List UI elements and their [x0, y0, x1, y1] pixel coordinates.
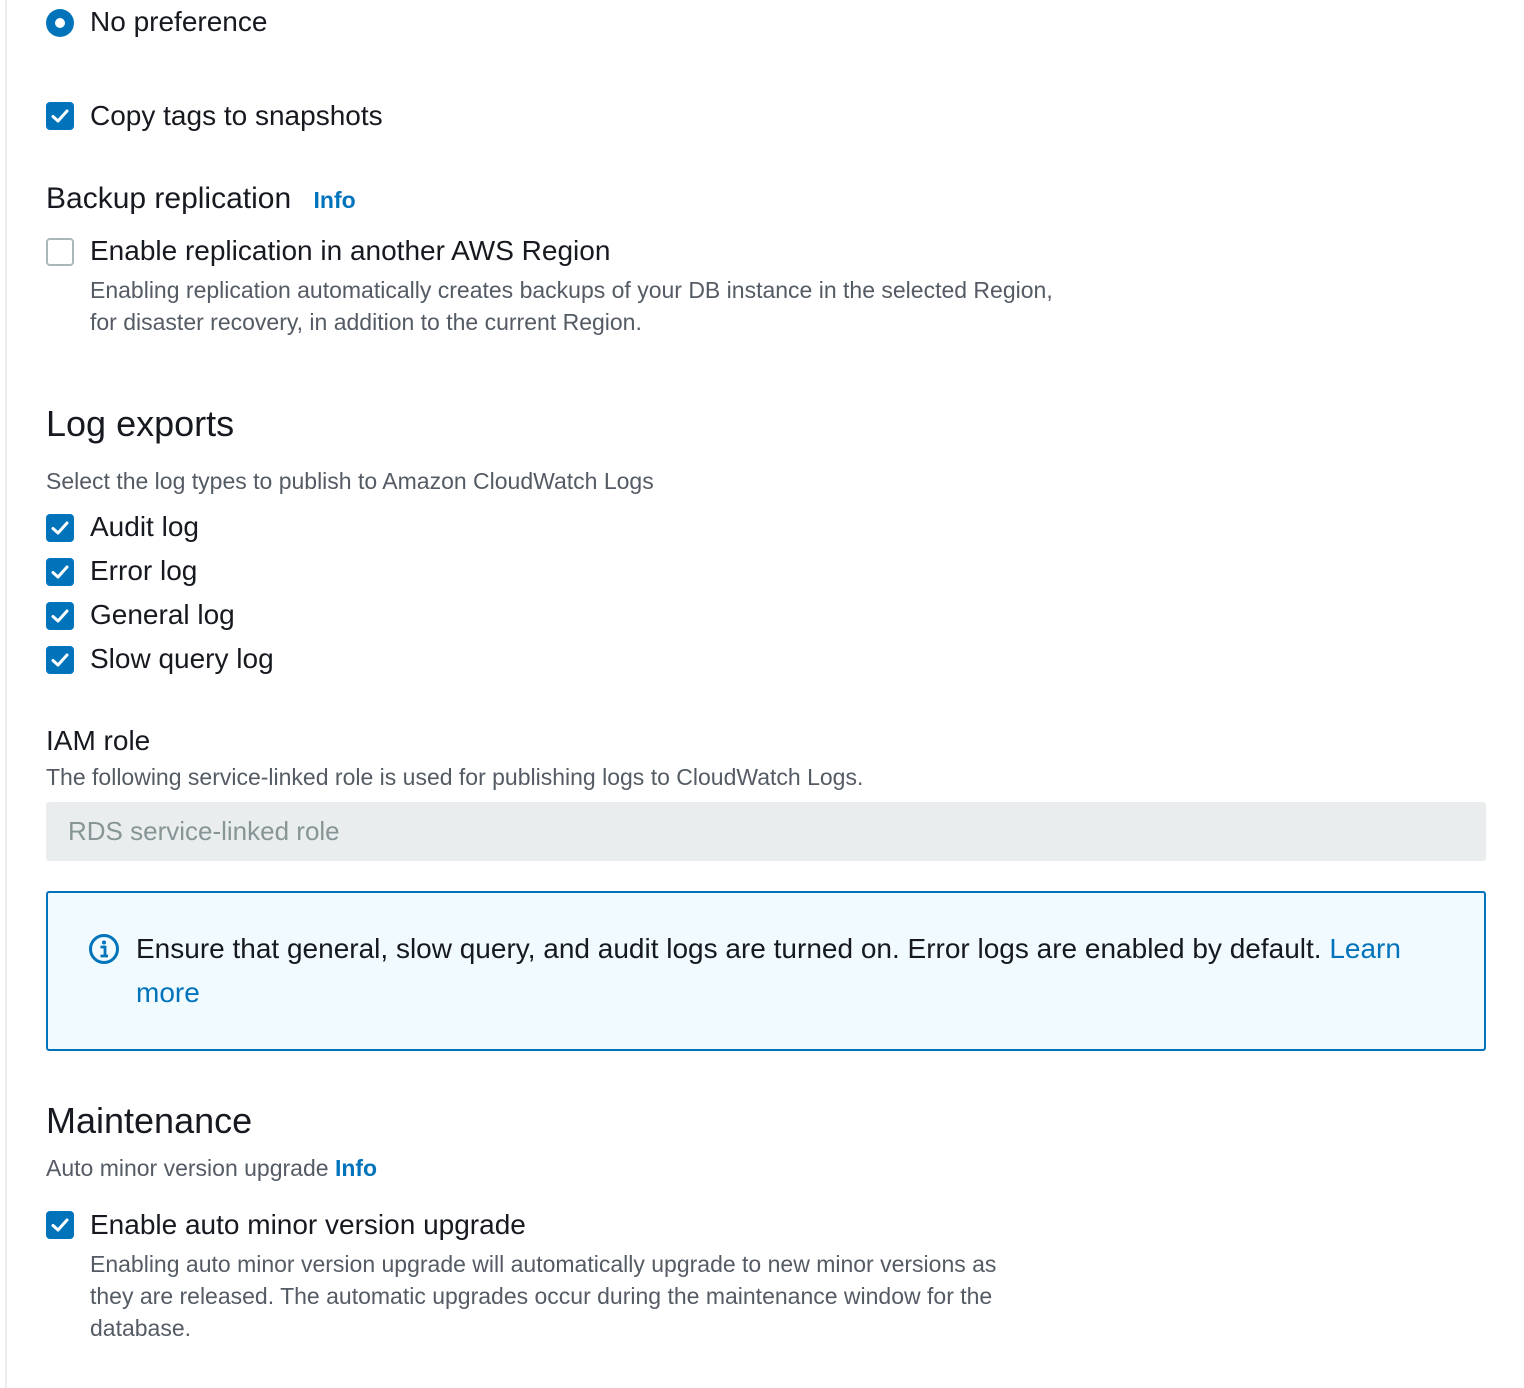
slow-query-log-label[interactable]: Slow query log — [90, 642, 274, 676]
maintenance-heading: Maintenance — [46, 1100, 253, 1141]
auto-minor-upgrade-checkbox[interactable] — [46, 1211, 74, 1239]
iam-role-field: RDS service-linked role — [46, 802, 1486, 861]
copy-tags-checkbox[interactable] — [46, 102, 74, 130]
maintenance-description-line2: they are released. The automatic upgrade… — [90, 1283, 993, 1309]
no-preference-radio[interactable] — [46, 9, 74, 37]
alert-message: Ensure that general, slow query, and aud… — [136, 927, 1446, 1015]
log-info-alert: Ensure that general, slow query, and aud… — [46, 891, 1486, 1051]
iam-role-heading: IAM role — [46, 725, 151, 756]
checkmark-icon — [51, 653, 69, 667]
replication-description-line1: Enabling replication automatically creat… — [90, 277, 1053, 303]
enable-replication-checkbox[interactable] — [46, 238, 74, 266]
auto-minor-upgrade-subheading: Auto minor version upgrade Info — [46, 1152, 377, 1184]
maintenance-description-line1: Enabling auto minor version upgrade will… — [90, 1251, 997, 1277]
settings-page: No preference Copy tags to snapshots Bac… — [0, 0, 1524, 1388]
slow-query-log-checkbox[interactable] — [46, 646, 74, 674]
auto-minor-upgrade-label[interactable]: Enable auto minor version upgrade — [90, 1208, 526, 1242]
maintenance-description-line3: database. — [90, 1315, 192, 1341]
info-circle-icon — [89, 934, 119, 964]
no-preference-label[interactable]: No preference — [90, 5, 267, 39]
general-log-checkbox[interactable] — [46, 602, 74, 630]
iam-role-description: The following service-linked role is use… — [46, 764, 864, 790]
auto-minor-upgrade-title: Auto minor version upgrade — [46, 1155, 329, 1181]
backup-replication-heading: Backup replication Info — [46, 181, 356, 217]
log-exports-description: Select the log types to publish to Amazo… — [46, 468, 654, 494]
checkmark-icon — [51, 609, 69, 623]
checkmark-icon — [51, 521, 69, 535]
backup-replication-info-link[interactable]: Info — [314, 187, 356, 213]
maintenance-info-link[interactable]: Info — [335, 1155, 377, 1181]
checkmark-icon — [51, 1218, 69, 1232]
alert-text: Ensure that general, slow query, and aud… — [136, 933, 1322, 964]
checkmark-icon — [51, 565, 69, 579]
error-log-label[interactable]: Error log — [90, 554, 197, 588]
audit-log-checkbox[interactable] — [46, 514, 74, 542]
checkmark-icon — [51, 109, 69, 123]
error-log-checkbox[interactable] — [46, 558, 74, 586]
left-border — [5, 0, 7, 1388]
audit-log-label[interactable]: Audit log — [90, 510, 199, 544]
backup-replication-title: Backup replication — [46, 182, 292, 215]
enable-replication-label[interactable]: Enable replication in another AWS Region — [90, 234, 610, 268]
general-log-label[interactable]: General log — [90, 598, 235, 632]
copy-tags-label[interactable]: Copy tags to snapshots — [90, 99, 383, 133]
log-exports-heading: Log exports — [46, 403, 235, 444]
replication-description-line2: for disaster recovery, in addition to th… — [90, 309, 642, 335]
